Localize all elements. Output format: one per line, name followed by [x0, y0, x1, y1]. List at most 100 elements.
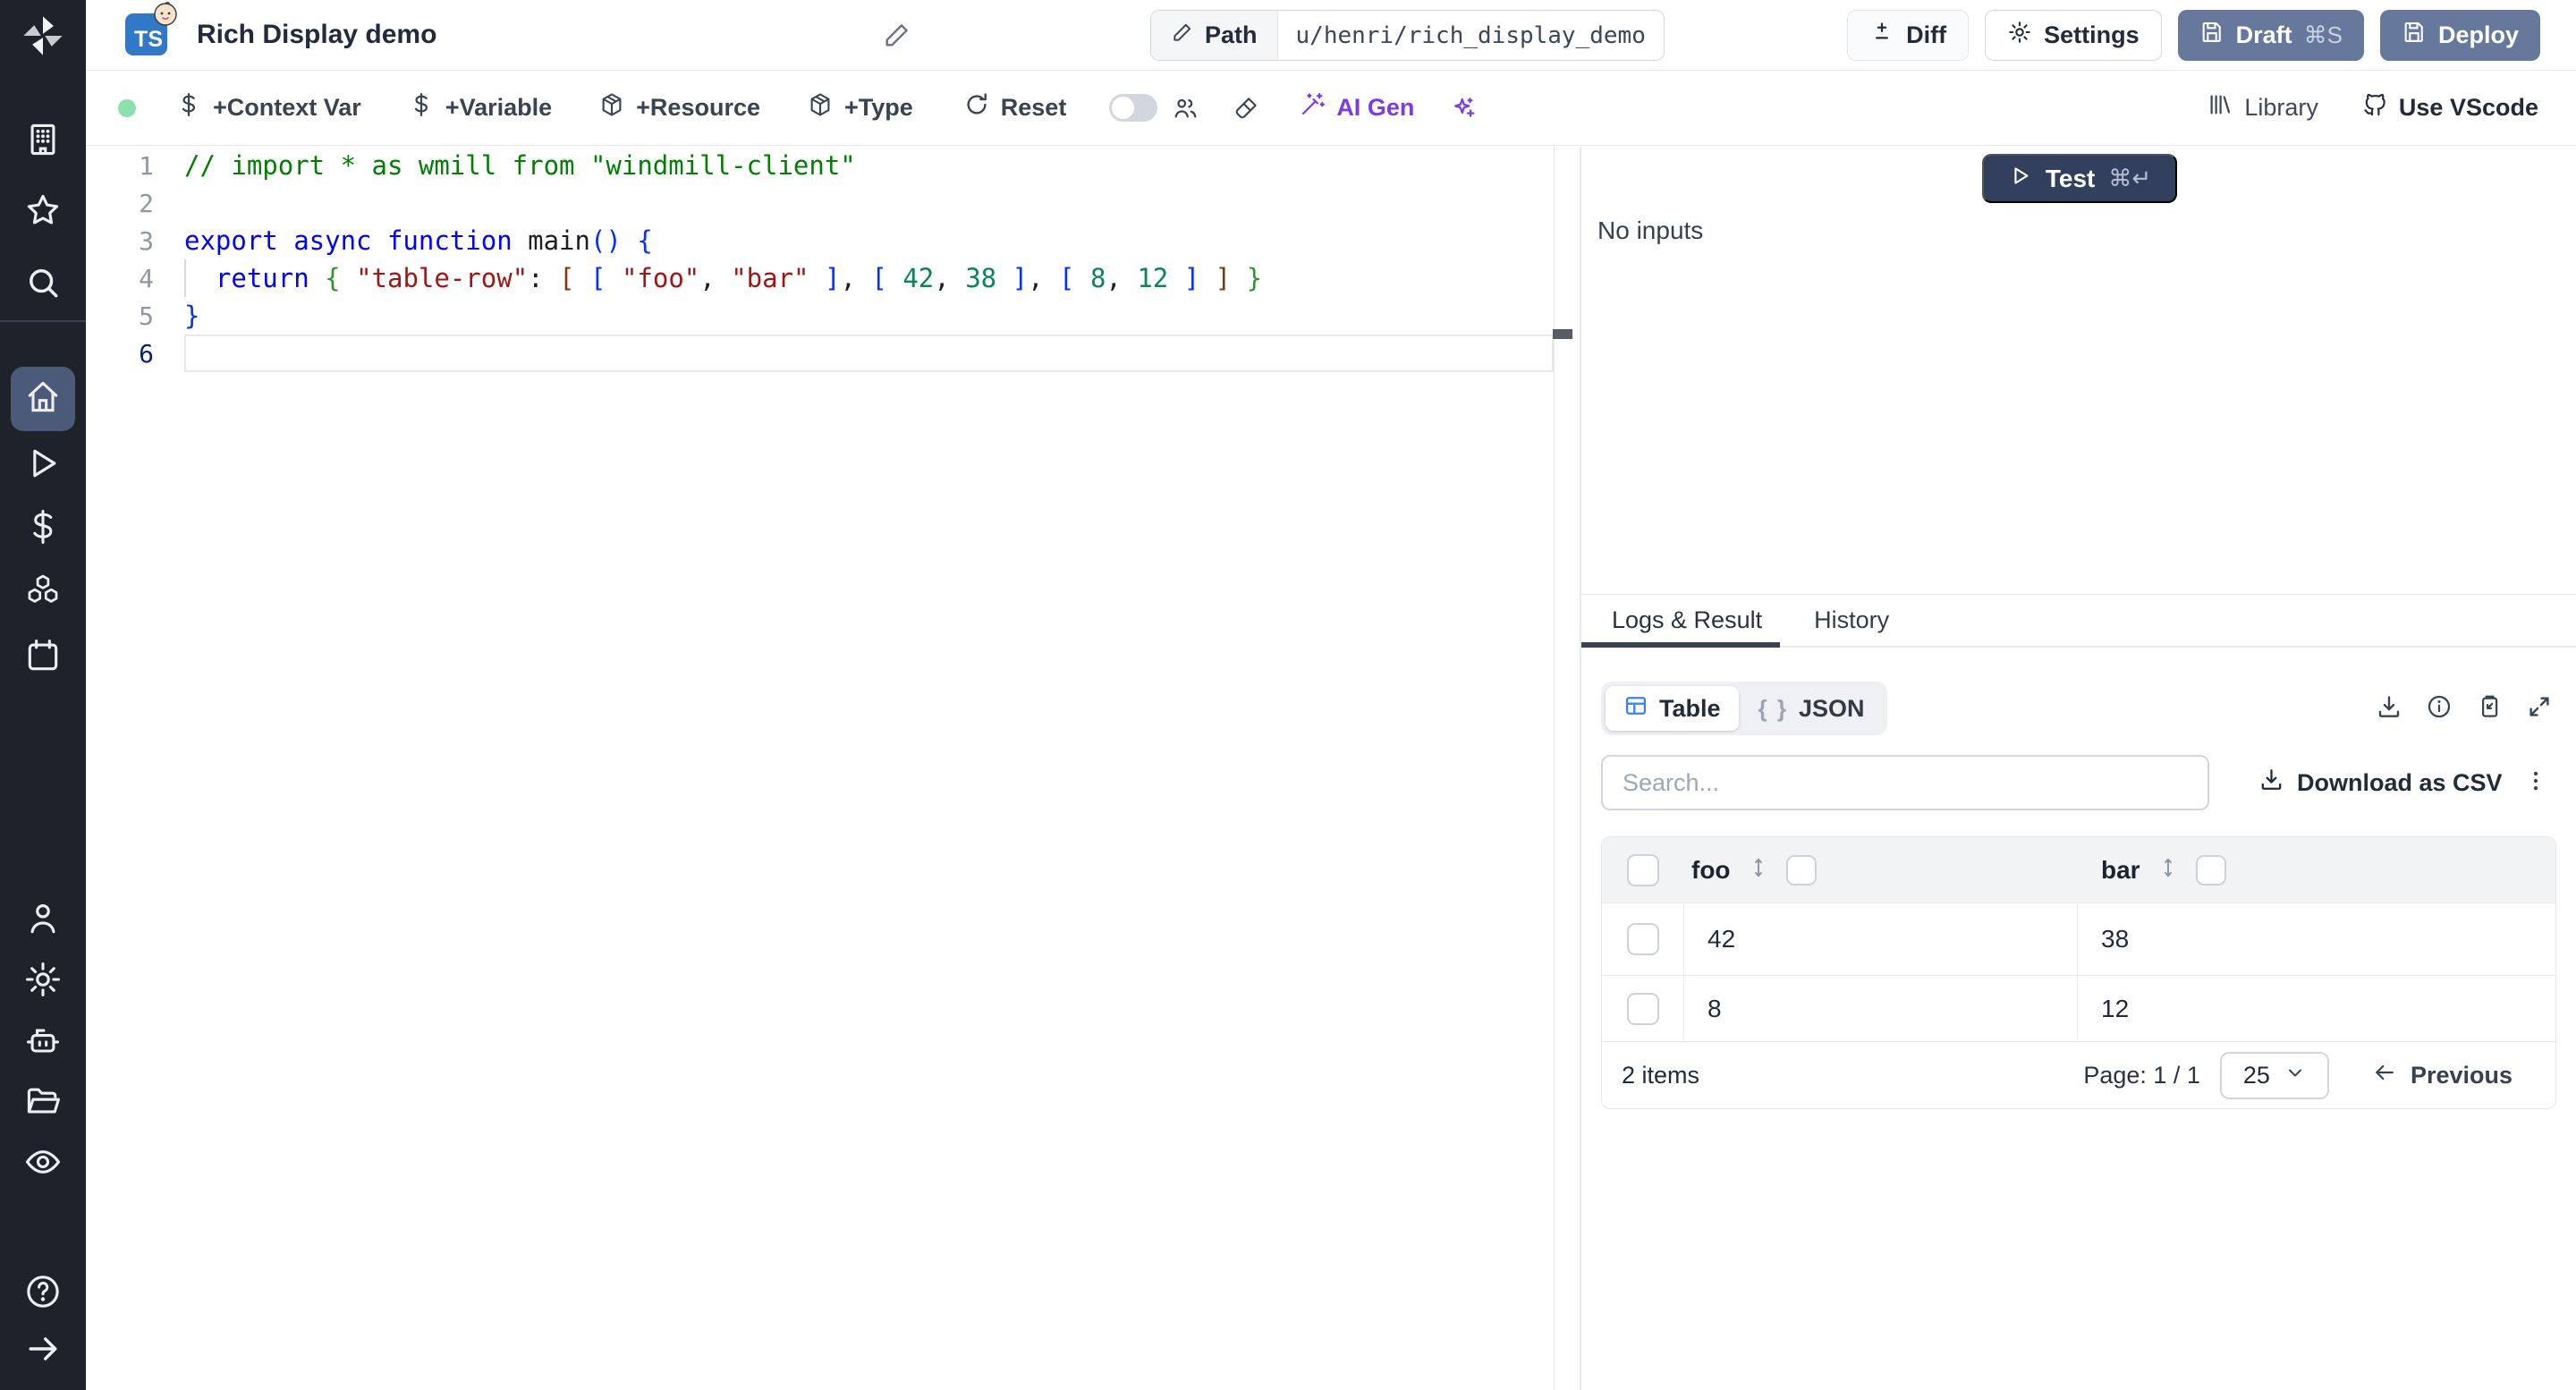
- code-line[interactable]: 1 // import * as wmill from "windmill-cli…: [86, 147, 1580, 184]
- code-line[interactable]: 3 export async function main() {: [86, 222, 1580, 259]
- paintbrush-icon[interactable]: [1233, 95, 1259, 122]
- gear-icon: [23, 960, 63, 1004]
- indent-guide: [184, 259, 186, 297]
- code-text: export async function main() {: [184, 225, 653, 256]
- cell-bar: 12: [2101, 994, 2130, 1022]
- table-row[interactable]: 8 12: [1602, 975, 2555, 1041]
- result-table: foo bar 42 38 8 12 2 items Page: 1 / 1 2…: [1601, 836, 2556, 1109]
- path-button[interactable]: Path u/henri/rich_display_demo: [1150, 10, 1665, 61]
- play-icon: [23, 444, 63, 487]
- add-resource-button[interactable]: +Resource: [598, 91, 760, 124]
- active-tab-underline: [1581, 642, 1780, 648]
- chevron-down-icon: [2284, 1062, 2306, 1089]
- sidebar-item-workspace[interactable]: [11, 109, 75, 174]
- code-line[interactable]: 5}: [86, 297, 1580, 335]
- header: TS Rich Display demo Path u/henri/rich_d…: [86, 0, 2576, 71]
- previous-page-button[interactable]: Previous: [2349, 1050, 2536, 1101]
- add-type-button[interactable]: +Type: [807, 91, 913, 124]
- play-icon: [2008, 164, 2032, 194]
- search-input[interactable]: [1601, 755, 2209, 810]
- sidebar-item-home[interactable]: [11, 367, 75, 431]
- typescript-badge-label: TS: [134, 27, 163, 52]
- sidebar-item-users[interactable]: [11, 888, 75, 953]
- line-number: 3: [139, 225, 154, 256]
- sidebar-item-search[interactable]: [11, 252, 75, 317]
- row-checkbox[interactable]: [1626, 992, 1659, 1025]
- sidebar-item-audit-logs[interactable]: [11, 1131, 75, 1196]
- tab-history[interactable]: History: [1805, 595, 1898, 646]
- sidebar-item-settings[interactable]: [11, 949, 75, 1013]
- column-header-foo: foo: [1691, 855, 1731, 884]
- draft-shortcut: ⌘S: [2303, 21, 2343, 48]
- kebab-menu-icon[interactable]: [2522, 767, 2549, 799]
- column-foo-checkbox[interactable]: [1785, 854, 1817, 886]
- tab-logs-result[interactable]: Logs & Result: [1581, 595, 1780, 646]
- draft-button[interactable]: Draft ⌘S: [2177, 10, 2364, 61]
- view-switcher: Table { } JSON: [1601, 682, 1887, 735]
- code-text: [184, 335, 1554, 372]
- column-bar-checkbox[interactable]: [2195, 854, 2226, 886]
- package-icon: [807, 91, 834, 124]
- dollar-icon: [23, 507, 63, 551]
- diff-mode-toggle[interactable]: [1109, 94, 1158, 122]
- code-line[interactable]: 6: [86, 335, 1580, 372]
- sidebar-item-schedules[interactable]: [11, 625, 75, 690]
- baby-emoji-badge: [152, 0, 179, 27]
- dollar-icon: [408, 91, 435, 124]
- code-line[interactable]: 2: [86, 184, 1580, 222]
- sort-vertical-icon[interactable]: [2157, 856, 2180, 884]
- calendar-icon: [23, 636, 63, 680]
- deploy-button[interactable]: Deploy: [2379, 10, 2540, 61]
- sidebar-item-variables[interactable]: [11, 496, 75, 561]
- editor-scrollbar-marker[interactable]: [1553, 329, 1572, 339]
- code-editor[interactable]: 1 // import * as wmill from "windmill-cli…: [86, 147, 1580, 1390]
- page-size-select[interactable]: 25: [2219, 1051, 2329, 1099]
- table-grid-icon: [1623, 693, 1648, 725]
- code-line[interactable]: 4 return { "table-row": [ [ "foo", "bar"…: [86, 259, 1580, 297]
- view-table-option[interactable]: Table: [1606, 686, 1739, 731]
- user-icon: [23, 899, 63, 943]
- diff-button[interactable]: Diff: [1847, 10, 1970, 61]
- download-icon[interactable]: [2376, 693, 2402, 725]
- star-icon: [23, 191, 63, 234]
- sidebar-item-resources[interactable]: [11, 561, 75, 625]
- help-circle-icon: [23, 1272, 63, 1316]
- diff-plus-minus-icon: [1869, 20, 1894, 51]
- table-row[interactable]: 42 38: [1602, 903, 2555, 975]
- sidebar-item-folders[interactable]: [11, 1071, 75, 1135]
- use-vscode-button[interactable]: Use VScode: [2361, 91, 2538, 124]
- save-floppy-icon: [2402, 20, 2427, 51]
- items-count: 2 items: [1622, 1061, 1700, 1089]
- info-circle-icon[interactable]: [2426, 693, 2453, 725]
- expand-icon[interactable]: [2526, 693, 2553, 725]
- select-all-checkbox[interactable]: [1627, 853, 1659, 886]
- gear-icon: [2007, 20, 2032, 51]
- sort-vertical-icon[interactable]: [1747, 856, 1770, 884]
- reset-button[interactable]: Reset: [963, 91, 1066, 124]
- view-json-option[interactable]: { } JSON: [1741, 686, 1883, 731]
- windmill-script-editor: TS Rich Display demo Path u/henri/rich_d…: [0, 0, 2576, 1390]
- arrow-right-icon: [23, 1329, 63, 1373]
- sidebar-item-runs[interactable]: [11, 433, 75, 497]
- row-checkbox[interactable]: [1626, 923, 1659, 955]
- sidebar-item-expand[interactable]: [11, 1318, 75, 1383]
- download-csv-button[interactable]: Download as CSV: [2258, 767, 2503, 799]
- windmill-logo-icon[interactable]: [20, 13, 66, 59]
- add-variable-button[interactable]: +Variable: [408, 91, 552, 124]
- edit-title-pencil-icon[interactable]: [882, 20, 912, 50]
- right-panel: Test ⌘↵ No inputs Logs & Result History: [1580, 147, 2576, 1390]
- ai-gen-button[interactable]: AI Gen: [1299, 91, 1414, 124]
- sparkles-icon[interactable]: [1450, 95, 1477, 122]
- sidebar-item-workers[interactable]: [11, 1011, 75, 1075]
- users-icon[interactable]: [1172, 95, 1199, 122]
- column-header-bar: bar: [2101, 855, 2140, 884]
- sidebar-item-help[interactable]: [11, 1261, 75, 1326]
- sidebar-item-favorites[interactable]: [11, 180, 75, 244]
- clipboard-copy-icon[interactable]: [2476, 693, 2503, 725]
- path-label: Path: [1205, 21, 1258, 48]
- test-button[interactable]: Test ⌘↵: [1982, 154, 2177, 203]
- add-context-var-button[interactable]: +Context Var: [175, 91, 361, 124]
- library-button[interactable]: Library: [2207, 91, 2318, 124]
- settings-button[interactable]: Settings: [1985, 10, 2162, 61]
